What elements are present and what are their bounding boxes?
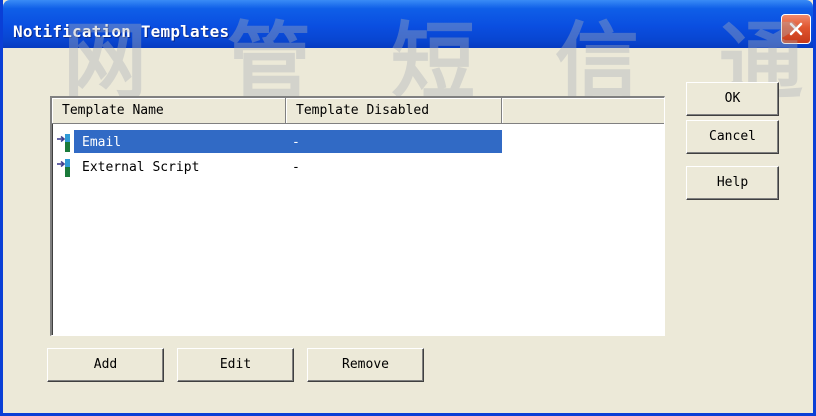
close-icon xyxy=(789,22,803,36)
template-disabled-value: - xyxy=(292,160,300,175)
templates-list[interactable]: Template Name Template Disabled Email - xyxy=(50,96,665,336)
help-button[interactable]: Help xyxy=(686,166,779,200)
template-icon xyxy=(57,158,70,177)
template-icon xyxy=(57,133,70,152)
list-row-email[interactable]: Email - xyxy=(52,130,664,155)
list-row-external-script[interactable]: External Script - xyxy=(52,155,664,180)
window-title: Notification Templates xyxy=(13,22,230,41)
remove-button[interactable]: Remove xyxy=(307,348,424,382)
cancel-button[interactable]: Cancel xyxy=(686,120,779,154)
close-button[interactable] xyxy=(781,14,811,44)
template-name: Email xyxy=(82,135,122,150)
column-header-template-disabled[interactable]: Template Disabled xyxy=(286,98,502,124)
dialog-window: Notification Templates 网 管 短 信 通 Templat… xyxy=(0,0,816,416)
template-disabled-value: - xyxy=(292,135,300,150)
add-button[interactable]: Add xyxy=(47,348,164,382)
list-header: Template Name Template Disabled xyxy=(52,98,664,124)
column-header-filler xyxy=(502,98,664,124)
template-name: External Script xyxy=(82,160,200,175)
edit-button[interactable]: Edit xyxy=(177,348,294,382)
title-bar[interactable]: Notification Templates xyxy=(3,0,813,48)
ok-button[interactable]: OK xyxy=(686,82,779,116)
list-rows: Email - External Script - xyxy=(52,130,664,180)
column-header-template-name[interactable]: Template Name xyxy=(52,98,286,124)
